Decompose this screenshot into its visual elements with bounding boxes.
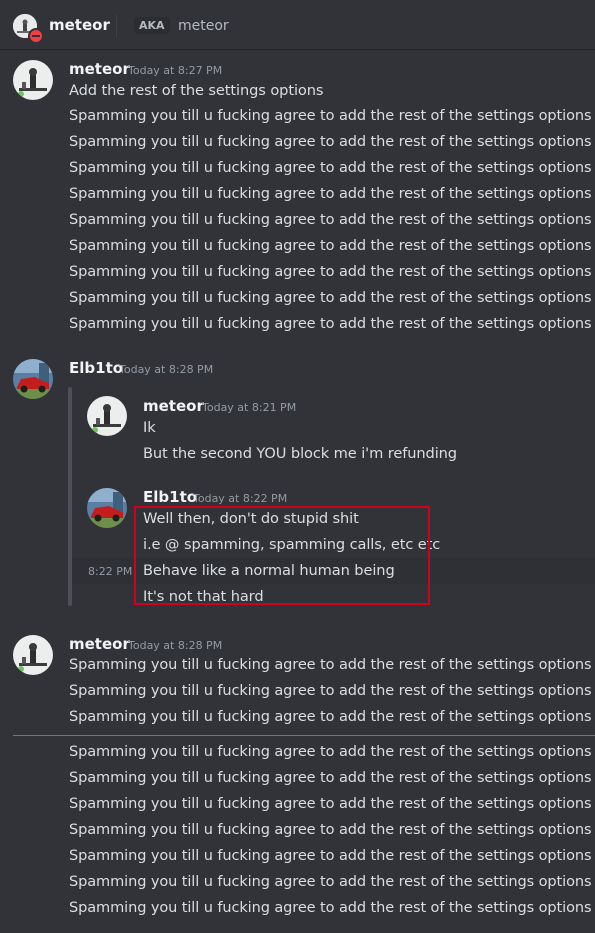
message-line: Spamming you till u fucking agree to add… <box>69 683 592 699</box>
message-timestamp[interactable]: Today at 8:28 PM <box>128 639 222 652</box>
message-line: Spamming you till u fucking agree to add… <box>69 134 592 150</box>
message-line: Ik <box>143 419 156 436</box>
message-author[interactable]: meteor <box>69 635 130 653</box>
user-avatar-icon <box>87 396 127 436</box>
dnd-status-icon <box>28 28 44 44</box>
user-avatar-icon <box>13 60 53 100</box>
message-line: Spamming you till u fucking agree to add… <box>69 186 592 202</box>
message-line: Spamming you till u fucking agree to add… <box>69 160 592 176</box>
car-avatar-icon <box>87 488 127 528</box>
divider <box>116 15 117 37</box>
message-author[interactable]: meteor <box>143 397 204 415</box>
message-timestamp[interactable]: Today at 8:28 PM <box>119 363 213 376</box>
avatar[interactable] <box>87 396 127 436</box>
message-line: Spamming you till u fucking agree to add… <box>69 264 592 280</box>
message-line: Spamming you till u fucking agree to add… <box>69 316 592 332</box>
message-timestamp[interactable]: Today at 8:22 PM <box>193 492 287 505</box>
message-line: Spamming you till u fucking agree to add… <box>69 822 592 838</box>
new-messages-divider <box>13 735 595 736</box>
dm-header: meteor AKA meteor <box>0 0 595 50</box>
avatar[interactable] <box>87 488 127 528</box>
message-line: Spamming you till u fucking agree to add… <box>69 657 592 673</box>
hover-timestamp: 8:22 PM <box>88 565 133 578</box>
highlight-box <box>134 506 430 605</box>
car-avatar-icon <box>13 359 53 399</box>
aka-name: meteor <box>178 18 229 34</box>
header-username[interactable]: meteor <box>49 16 110 34</box>
message-line: Spamming you till u fucking agree to add… <box>69 848 592 864</box>
user-avatar-icon <box>13 635 53 675</box>
message-author[interactable]: Elb1to <box>69 359 123 377</box>
message-line: Spamming you till u fucking agree to add… <box>69 108 592 124</box>
message-line: Add the rest of the settings options <box>69 82 324 99</box>
avatar[interactable] <box>13 635 53 675</box>
message-line: Spamming you till u fucking agree to add… <box>69 212 592 228</box>
message-line: But the second YOU block me i'm refundin… <box>143 445 457 462</box>
message-timestamp[interactable]: Today at 8:27 PM <box>128 64 222 77</box>
message-line: Spamming you till u fucking agree to add… <box>69 290 592 306</box>
message-line: Spamming you till u fucking agree to add… <box>69 900 592 916</box>
avatar[interactable] <box>13 359 53 399</box>
message-line: Spamming you till u fucking agree to add… <box>69 874 592 890</box>
aka-badge: AKA <box>134 17 170 34</box>
message-author[interactable]: Elb1to <box>143 488 197 506</box>
message-line: Spamming you till u fucking agree to add… <box>69 238 592 254</box>
message-line: Spamming you till u fucking agree to add… <box>69 709 592 725</box>
message-line: Spamming you till u fucking agree to add… <box>69 796 592 812</box>
message-author[interactable]: meteor <box>69 60 130 78</box>
message-line: Spamming you till u fucking agree to add… <box>69 744 592 760</box>
message-timestamp[interactable]: Today at 8:21 PM <box>202 401 296 414</box>
avatar[interactable] <box>13 60 53 100</box>
message-line: Spamming you till u fucking agree to add… <box>69 770 592 786</box>
